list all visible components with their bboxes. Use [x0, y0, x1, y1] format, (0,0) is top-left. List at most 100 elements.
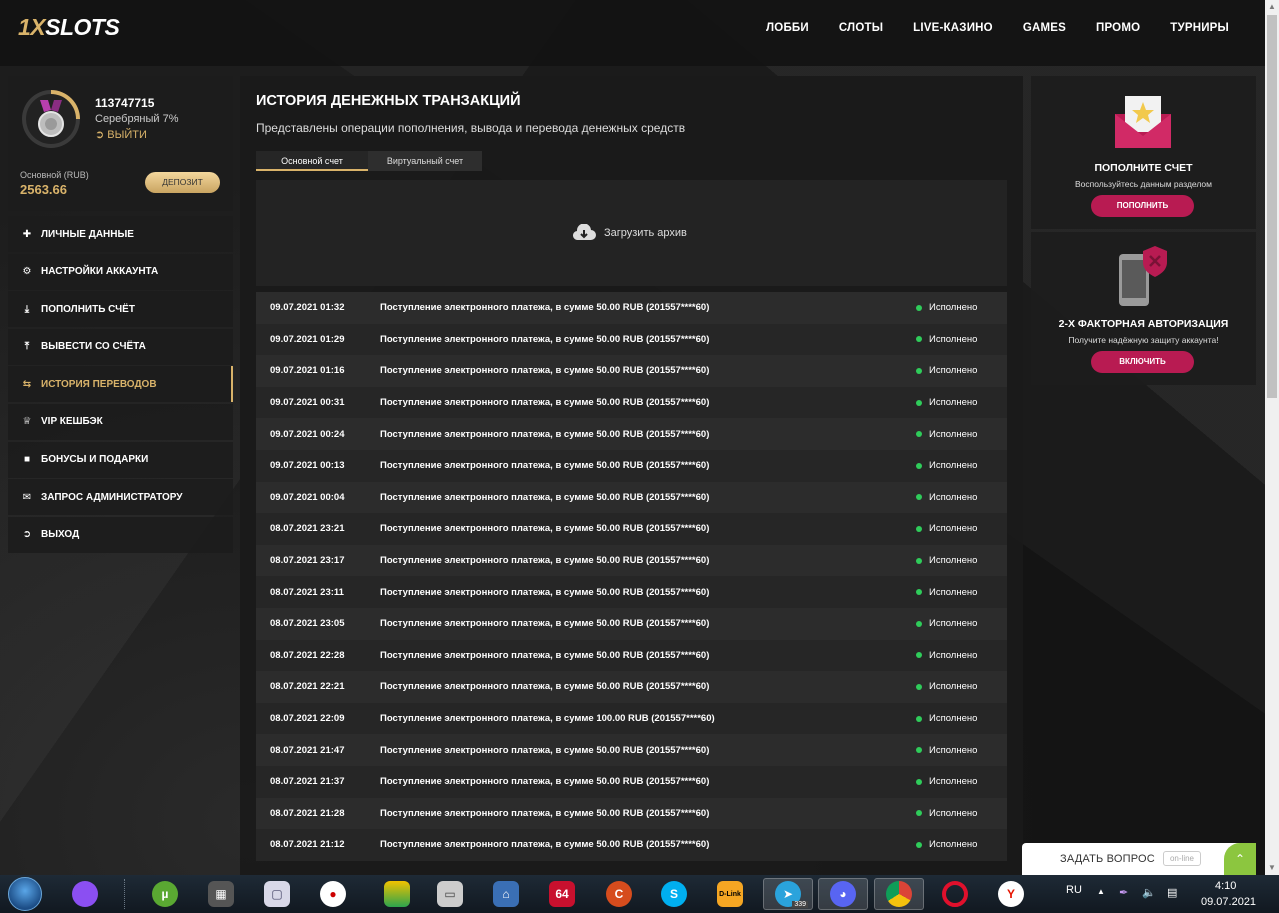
taskbar-dlink-icon[interactable]: D-Link [708, 878, 752, 910]
tray-clock-time[interactable]: 4:10 [1215, 880, 1236, 892]
tray-volume-icon[interactable]: 🔈 [1142, 886, 1156, 899]
taskbar-drive-icon[interactable]: ▭ [428, 878, 472, 910]
nav-tournaments[interactable]: ТУРНИРЫ [1170, 22, 1229, 34]
table-row: 08.07.2021 23:11 Поступление электронного… [256, 576, 1007, 608]
transaction-description: Поступление электронного платежа, в сумм… [380, 555, 710, 567]
menu-label: ВЫХОД [41, 529, 80, 541]
transaction-date: 08.07.2021 21:47 [270, 744, 345, 756]
site-logo[interactable]: 1XSLOTS [18, 14, 120, 41]
taskbar-telegram-icon[interactable]: ➤ 339 [763, 878, 813, 910]
transaction-description: Поступление электронного платежа, в сумм… [380, 681, 710, 693]
start-button[interactable] [8, 877, 42, 911]
menu-admin-request[interactable]: ✉ ЗАПРОС АДМИНИСТРАТОРУ [8, 479, 233, 516]
balance-value: 2563.66 [20, 182, 67, 197]
tray-network-icon[interactable]: ▤ [1167, 886, 1177, 899]
promo-2fa-subtitle: Получите надёжную защиту аккаунта! [1068, 335, 1219, 345]
phone-shield-icon [1119, 246, 1167, 306]
transaction-description: Поступление электронного платежа, в сумм… [380, 649, 710, 661]
table-row: 08.07.2021 21:12 Поступление электронного… [256, 829, 1007, 861]
status-dot-icon [916, 462, 922, 469]
logout-link[interactable]: ➲ ВЫЙТИ [95, 128, 147, 141]
nav-games[interactable]: GAMES [1023, 22, 1066, 34]
transaction-date: 08.07.2021 21:12 [270, 839, 345, 851]
transaction-status: Исполнено [916, 713, 1007, 724]
taskbar-separator [124, 879, 126, 909]
taskbar-media-icon[interactable]: ● [311, 878, 355, 910]
menu-label: VIP КЕШБЭК [41, 416, 103, 428]
taskbar-utorrent-icon[interactable]: µ [143, 878, 187, 910]
taskbar-discord-icon[interactable]: ◕ [818, 878, 868, 910]
tab-main-account[interactable]: Основной счет [256, 151, 368, 171]
transactions-panel: ИСТОРИЯ ДЕНЕЖНЫХ ТРАНЗАКЦИЙ Представлены… [240, 76, 1023, 875]
taskbar-alice-icon[interactable] [63, 878, 107, 910]
table-row: 08.07.2021 21:28 Поступление электронного… [256, 797, 1007, 830]
status-dot-icon [916, 778, 922, 785]
page-scrollbar[interactable]: ▲ ▼ [1265, 0, 1279, 875]
tray-clock-date[interactable]: 09.07.2021 [1201, 896, 1256, 908]
status-dot-icon [916, 620, 922, 627]
scroll-up-arrow-icon[interactable]: ▲ [1265, 0, 1279, 14]
taskbar-network-icon[interactable]: ⌂ [484, 878, 528, 910]
download-icon: ⤓ [24, 303, 30, 315]
taskbar-aida64-icon[interactable]: 64 [540, 878, 584, 910]
download-archive-button[interactable]: Загрузить архив [572, 224, 687, 242]
taskbar-yandex-icon[interactable]: Y [989, 878, 1033, 910]
transaction-date: 08.07.2021 22:21 [270, 681, 345, 693]
nav-slots[interactable]: СЛОТЫ [839, 22, 883, 34]
chat-expand-icon[interactable]: ⌃ [1224, 843, 1256, 875]
transfer-icon: ⇆ [22, 378, 32, 390]
table-row: 09.07.2021 00:24 Поступление электронного… [256, 418, 1007, 450]
nav-promo[interactable]: ПРОМО [1096, 22, 1140, 34]
transaction-status: Исполнено [916, 302, 1007, 313]
transaction-status: Исполнено [916, 365, 1007, 376]
menu-personal-data[interactable]: ✚ ЛИЧНЫЕ ДАННЫЕ [8, 216, 233, 252]
status-label: Исполнено [929, 681, 978, 693]
chat-online-badge: on-line [1163, 851, 1201, 866]
table-row: 08.07.2021 22:21 Поступление электронного… [256, 671, 1007, 703]
menu-deposit[interactable]: ⤓ ПОПОЛНИТЬ СЧЁТ [8, 291, 233, 328]
menu-transfer-history[interactable]: ⇆ ИСТОРИЯ ПЕРЕВОДОВ [8, 366, 233, 403]
menu-vip-cashback[interactable]: ♕ VIP КЕШБЭК [8, 403, 233, 440]
menu-bonuses[interactable]: ■ БОНУСЫ И ПОДАРКИ [8, 441, 233, 478]
status-label: Исполнено [929, 776, 978, 788]
taskbar-skype-icon[interactable]: S [652, 878, 696, 910]
table-row: 09.07.2021 00:13 Поступление электронного… [256, 449, 1007, 482]
transaction-description: Поступление электронного платежа, в сумм… [380, 460, 710, 472]
tray-feather-icon[interactable]: ✒ [1119, 886, 1128, 899]
menu-account-settings[interactable]: ⚙ НАСТРОЙКИ АККАУНТА [8, 253, 233, 290]
archive-button-label: Загрузить архив [604, 227, 687, 239]
support-chat-widget[interactable]: ЗАДАТЬ ВОПРОС on-line ⌃ [1022, 843, 1256, 875]
taskbar-nvidia-icon[interactable]: ▦ [199, 878, 243, 910]
menu-withdraw[interactable]: ⤒ ВЫВЕСТИ СО СЧЁТА [8, 328, 233, 365]
taskbar-bluestacks-icon[interactable] [375, 878, 419, 910]
status-label: Исполнено [929, 333, 978, 345]
tray-language[interactable]: RU [1066, 884, 1082, 896]
nav-lobby[interactable]: ЛОББИ [766, 22, 809, 34]
taskbar-ccleaner-icon[interactable]: C [597, 878, 641, 910]
scroll-thumb[interactable] [1267, 15, 1277, 398]
menu-exit[interactable]: ➲ ВЫХОД [8, 516, 233, 553]
transaction-status: Исполнено [916, 650, 1007, 661]
scroll-down-arrow-icon[interactable]: ▼ [1265, 861, 1279, 875]
tray-show-hidden-icon[interactable]: ▲ [1097, 887, 1105, 896]
nav-live-casino[interactable]: LIVE-КАЗИНО [913, 22, 993, 34]
deposit-button[interactable]: ДЕПОЗИТ [145, 172, 220, 193]
transaction-status: Исполнено [916, 745, 1007, 756]
taskbar-opera-icon[interactable] [933, 878, 977, 910]
status-label: Исполнено [929, 491, 978, 503]
taskbar-chrome-icon[interactable] [874, 878, 924, 910]
site-page: 1XSLOTS ЛОББИ СЛОТЫ LIVE-КАЗИНО GAMES ПР… [0, 0, 1265, 875]
status-label: Исполнено [929, 586, 978, 598]
transaction-description: Поступление электронного платежа, в сумм… [380, 428, 710, 440]
transaction-date: 08.07.2021 22:09 [270, 713, 345, 725]
transaction-status: Исполнено [916, 492, 1007, 503]
tab-virtual-account[interactable]: Виртуальный счет [368, 151, 482, 171]
promo-deposit-subtitle: Воспользуйтесь данным разделом [1074, 179, 1213, 189]
promo-2fa-button[interactable]: ВКЛЮЧИТЬ [1091, 351, 1194, 373]
taskbar-app-icon[interactable]: ▢ [255, 878, 299, 910]
status-label: Исполнено [929, 649, 978, 661]
transaction-description: Поступление электронного платежа, в сумм… [380, 491, 710, 503]
status-dot-icon [916, 367, 922, 374]
promo-deposit-button[interactable]: ПОПОЛНИТЬ [1091, 195, 1194, 217]
transaction-date: 09.07.2021 00:31 [270, 397, 345, 409]
